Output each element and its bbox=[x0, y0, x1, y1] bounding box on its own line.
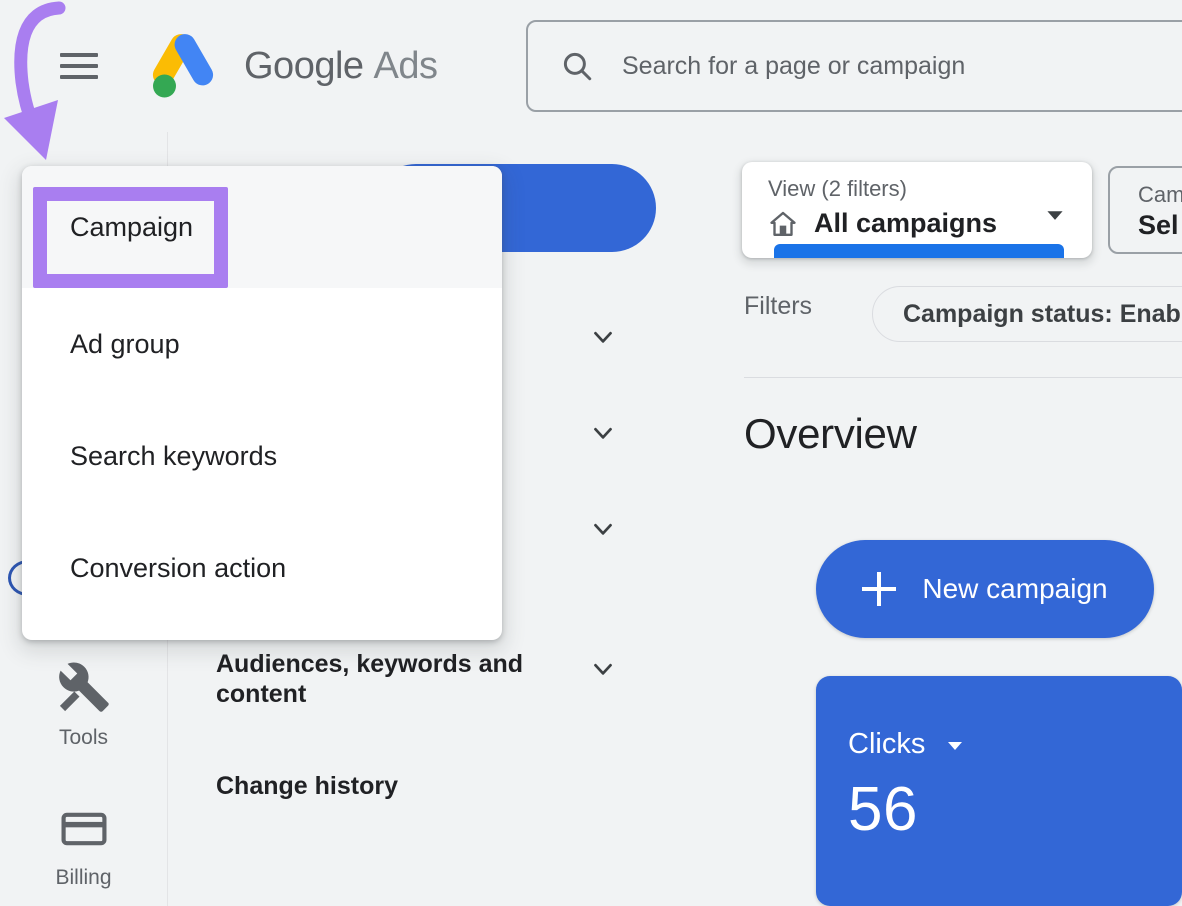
sidebar-item-label: Billing bbox=[55, 866, 111, 890]
view-card-main: All campaigns bbox=[768, 208, 997, 239]
google-ads-logo bbox=[150, 30, 216, 102]
view-filter-card[interactable]: View (2 filters) All campaigns bbox=[742, 162, 1092, 258]
hamburger-line bbox=[60, 53, 98, 57]
metric-card-value: 56 bbox=[848, 774, 918, 845]
sidebar-item-label: Tools bbox=[59, 726, 108, 750]
search-placeholder: Search for a page or campaign bbox=[622, 52, 965, 81]
page-title: Overview bbox=[744, 410, 917, 458]
caret-down-icon[interactable] bbox=[943, 733, 967, 757]
credit-card-icon bbox=[59, 804, 109, 854]
metric-card-header[interactable]: Clicks bbox=[848, 728, 967, 761]
menu-item-label: Ad group bbox=[70, 329, 180, 360]
menu-item-conversion-action[interactable]: Conversion action bbox=[22, 512, 502, 624]
view-card-accent-bar bbox=[774, 244, 1064, 258]
menu-item-ad-group[interactable]: Ad group bbox=[22, 288, 502, 400]
side-card-subtitle: Cam bbox=[1138, 182, 1182, 208]
search-input[interactable]: Search for a page or campaign bbox=[526, 20, 1182, 112]
segment-dropdown-menu: Campaign Ad group Search keywords Conver… bbox=[22, 166, 502, 640]
section-divider bbox=[744, 377, 1182, 378]
side-card-label: Sel bbox=[1138, 210, 1179, 241]
brand-secondary: Ads bbox=[374, 45, 438, 87]
chevron-down-icon[interactable] bbox=[588, 322, 618, 352]
home-icon bbox=[768, 209, 798, 239]
metric-card-clicks[interactable]: Clicks 56 bbox=[816, 676, 1182, 906]
nav-row-label: Change history bbox=[216, 772, 398, 802]
menu-item-label: Conversion action bbox=[70, 553, 286, 584]
view-card-subtitle: View (2 filters) bbox=[768, 176, 907, 202]
hamburger-line bbox=[60, 64, 98, 68]
menu-item-label: Search keywords bbox=[70, 441, 277, 472]
menu-item-search-keywords[interactable]: Search keywords bbox=[22, 400, 502, 512]
new-campaign-label: New campaign bbox=[922, 573, 1107, 605]
nav-item-change-history[interactable]: Change history bbox=[216, 772, 636, 802]
hamburger-menu-icon[interactable] bbox=[60, 51, 98, 81]
campaign-selector-card[interactable]: Cam Sel bbox=[1108, 166, 1182, 254]
filter-chip-campaign-status[interactable]: Campaign status: Enabled bbox=[872, 286, 1182, 342]
sidebar-item-billing[interactable]: Billing bbox=[0, 804, 167, 890]
metric-card-label: Clicks bbox=[848, 728, 925, 761]
caret-down-icon[interactable] bbox=[1042, 202, 1068, 228]
chevron-down-icon[interactable] bbox=[588, 514, 618, 544]
tools-icon bbox=[57, 660, 111, 714]
plus-icon bbox=[862, 572, 896, 606]
search-icon bbox=[560, 49, 594, 83]
chevron-down-icon[interactable] bbox=[588, 654, 618, 684]
nav-row-label: Audiences, keywords and content bbox=[216, 650, 566, 709]
nav-item-audiences-keywords-content[interactable]: Audiences, keywords and content bbox=[216, 650, 636, 709]
menu-item-label: Campaign bbox=[70, 212, 193, 243]
view-card-label: All campaigns bbox=[814, 208, 997, 239]
brand-title: GoogleAds bbox=[244, 45, 438, 88]
app-root: GoogleAds Search for a page or campaign … bbox=[0, 0, 1182, 906]
hamburger-line bbox=[60, 75, 98, 79]
sidebar-item-tools[interactable]: Tools bbox=[0, 660, 167, 750]
chevron-down-icon[interactable] bbox=[588, 418, 618, 448]
top-bar: GoogleAds Search for a page or campaign bbox=[0, 0, 1182, 132]
brand-logo-group[interactable]: GoogleAds bbox=[150, 30, 438, 102]
filters-label: Filters bbox=[744, 292, 812, 321]
new-campaign-button[interactable]: New campaign bbox=[816, 540, 1154, 638]
menu-item-campaign[interactable]: Campaign bbox=[22, 166, 502, 288]
brand-primary: Google bbox=[244, 45, 364, 87]
filter-chip-label: Campaign status: Enabled bbox=[903, 300, 1182, 329]
